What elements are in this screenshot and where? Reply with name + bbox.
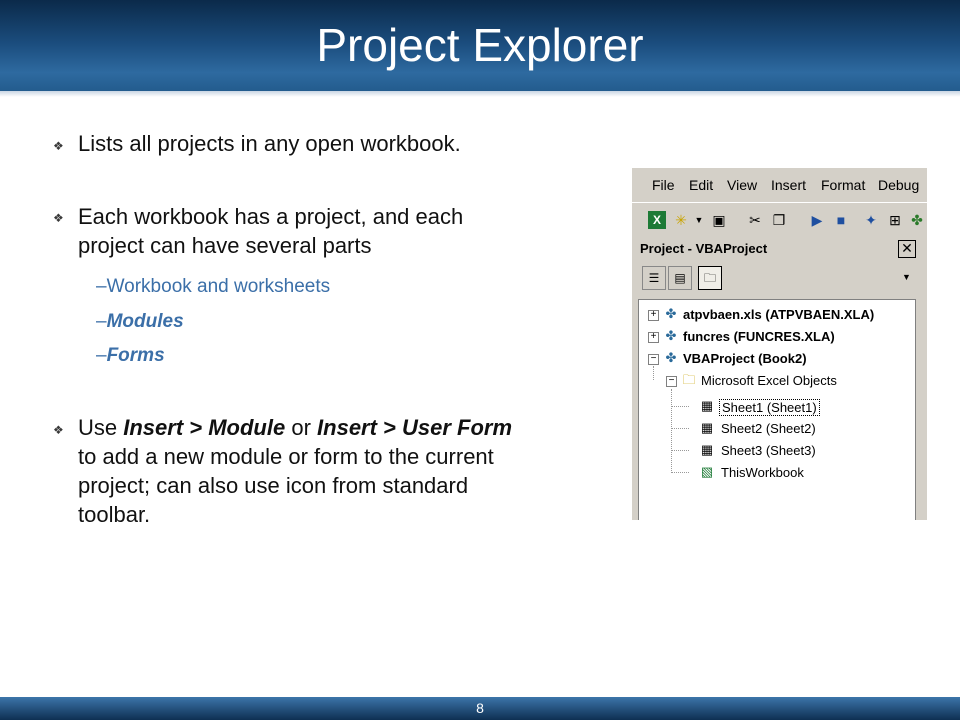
sub-item-modules: –Modules [96, 311, 184, 333]
collapse-icon[interactable]: − [648, 354, 659, 365]
bullet-diamond-icon: ❖ [53, 211, 64, 225]
worksheet-icon: ▦ [700, 420, 714, 435]
tree-item-thisworkbook[interactable]: ThisWorkbook [721, 465, 804, 480]
menu-insert[interactable]: Insert [771, 177, 806, 193]
menu-bar: File Edit View Insert Format Debug [632, 168, 927, 202]
properties-icon[interactable]: ✤ [908, 211, 926, 229]
project-pane-header: Project - VBAProject ✕ [636, 240, 916, 258]
menu-edit[interactable]: Edit [689, 177, 713, 193]
sub-item-dash: – [96, 276, 107, 297]
slide-title: Project Explorer [316, 19, 644, 71]
sub-item-workbook: –Workbook and worksheets [96, 276, 330, 298]
bullet-2: Each workbook has a project, and each pr… [78, 202, 618, 260]
tree-connector [671, 428, 689, 429]
worksheet-icon: ▦ [700, 442, 714, 457]
tree-connector [671, 472, 689, 473]
tree-connector [671, 406, 689, 407]
save-icon[interactable]: ▣ [710, 211, 728, 229]
excel-icon[interactable]: X [648, 211, 666, 229]
tree-connector [671, 450, 689, 451]
project-icon: ✤ [665, 350, 677, 365]
close-icon[interactable]: ✕ [898, 240, 916, 258]
bullet-diamond-icon: ❖ [53, 423, 64, 437]
sub-item-dash: – [96, 345, 107, 366]
view-code-icon[interactable]: ☰ [642, 266, 666, 290]
project-pane-title: Project - VBAProject [640, 241, 768, 256]
tree-item-vbaproject[interactable]: VBAProject (Book2) [683, 351, 807, 366]
sub-item-text: Forms [106, 345, 165, 366]
sub-item-dash: – [96, 311, 107, 332]
tree-item-sheet3[interactable]: Sheet3 (Sheet3) [721, 443, 816, 458]
view-object-icon[interactable]: ▤ [668, 266, 692, 290]
bullet-diamond-icon: ❖ [53, 139, 64, 153]
tree-item-atpvbaen[interactable]: atpvbaen.xls (ATPVBAEN.XLA) [683, 307, 874, 322]
project-icon: ✤ [665, 306, 677, 321]
workbook-icon: ▧ [700, 464, 714, 479]
sub-item-forms: –Forms [96, 345, 165, 367]
bullet-3-line-1: Use Insert > Module or Insert > User For… [78, 413, 618, 442]
bullet-3-line-4: toolbar. [78, 502, 151, 527]
project-tree: + ✤ atpvbaen.xls (ATPVBAEN.XLA) + ✤ func… [638, 299, 916, 520]
tree-item-sheet2[interactable]: Sheet2 (Sheet2) [721, 421, 816, 436]
bullet-3-menu-path: Insert > User Form [317, 415, 513, 440]
title-bar-highlight [0, 91, 960, 97]
project-explorer-icon[interactable]: ⊞ [886, 211, 904, 229]
bullet-2-line-1: Each workbook has a project, and each [78, 204, 464, 229]
tree-item-funcres[interactable]: funcres (FUNCRES.XLA) [683, 329, 835, 344]
reset-icon[interactable]: ■ [832, 211, 850, 229]
bullet-3-menu-path: Insert > Module [123, 415, 286, 440]
bullet-1: Lists all projects in any open workbook. [78, 131, 461, 156]
expand-icon[interactable]: + [648, 310, 659, 321]
menu-view[interactable]: View [727, 177, 757, 193]
insert-userform-icon[interactable]: ✳ [672, 211, 690, 229]
tree-item-excel-objects[interactable]: Microsoft Excel Objects [701, 373, 837, 388]
project-pane-toolbar: ☰ ▤ 🗀 ▼ [636, 260, 916, 294]
tree-item-sheet1[interactable]: Sheet1 (Sheet1) [719, 399, 820, 416]
worksheet-icon: ▦ [700, 398, 714, 413]
menu-format[interactable]: Format [821, 177, 865, 193]
expand-icon[interactable]: + [648, 332, 659, 343]
design-mode-icon[interactable]: ✦ [862, 211, 880, 229]
bullet-3-line-2: to add a new module or form to the curre… [78, 444, 494, 469]
collapse-icon[interactable]: − [666, 376, 677, 387]
toggle-folders-icon[interactable]: 🗀 [698, 266, 722, 290]
tree-connector [653, 366, 654, 380]
bullet-3-text: Use [78, 415, 124, 440]
bullet-3: Use Insert > Module or Insert > User For… [78, 413, 618, 529]
project-icon: ✤ [665, 328, 677, 343]
menu-file[interactable]: File [652, 177, 675, 193]
folder-icon: 🗀 [682, 372, 696, 387]
standard-toolbar: X ✳ ▼ ▣ ✂ ❐ ▶ ■ ✦ ⊞ ✤ [632, 202, 927, 239]
tree-connector [671, 389, 672, 473]
menu-debug[interactable]: Debug [878, 177, 919, 193]
vba-editor-screenshot: File Edit View Insert Format Debug X ✳ ▼… [632, 168, 927, 520]
sub-item-text: Modules [106, 311, 184, 332]
bullet-2-line-2: project can have several parts [78, 233, 372, 258]
dropdown-arrow-icon[interactable]: ▼ [690, 211, 708, 229]
run-icon[interactable]: ▶ [808, 211, 826, 229]
page-number: 8 [476, 700, 484, 716]
copy-icon[interactable]: ❐ [770, 211, 788, 229]
cut-icon[interactable]: ✂ [746, 211, 764, 229]
bullet-3-text: or [285, 415, 318, 440]
bullet-3-line-3: project; can also use icon from standard [78, 473, 469, 498]
sub-item-text: Workbook and worksheets [106, 276, 331, 297]
pane-dropdown-icon[interactable]: ▼ [902, 272, 911, 282]
